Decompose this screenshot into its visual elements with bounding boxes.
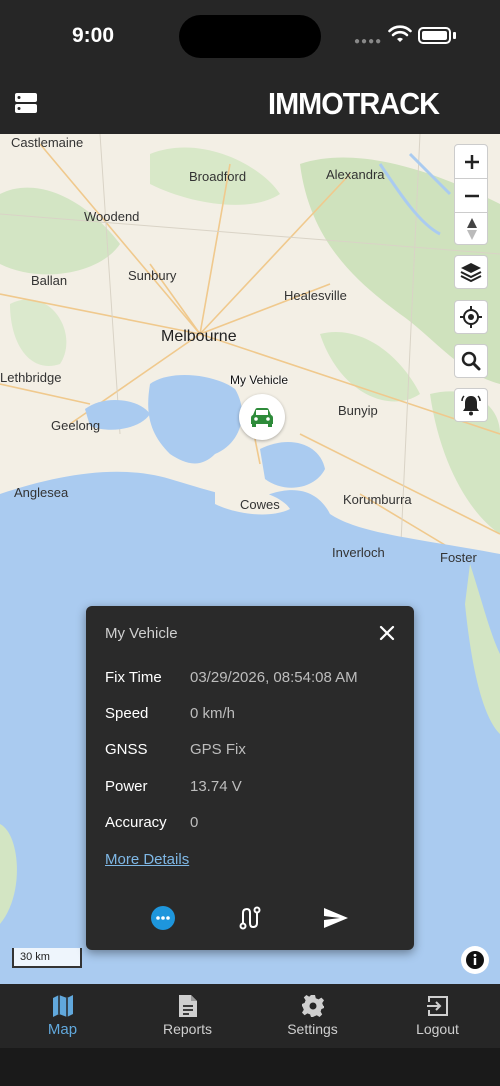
logout-icon (426, 996, 448, 1016)
layers-button[interactable] (454, 255, 488, 289)
nav-label-logout: Logout (416, 1021, 459, 1037)
vehicle-marker[interactable] (239, 394, 285, 440)
row-value: GPS Fix (190, 741, 246, 758)
place-bunyip: Bunyip (338, 403, 378, 418)
server-list-icon[interactable] (14, 92, 38, 114)
layers-icon (460, 263, 482, 283)
place-geelong: Geelong (51, 418, 101, 433)
close-icon[interactable] (378, 624, 396, 642)
status-time: 9:00 (72, 24, 115, 47)
attribution-button[interactable] (461, 946, 489, 974)
zoom-in-icon[interactable] (463, 153, 481, 171)
nav-label-reports: Reports (162, 1021, 213, 1037)
row-value: 03/29/2026, 08:54:08 AM (190, 669, 358, 686)
row-label: Fix Time (105, 669, 162, 686)
status-bar: 9:00 ●●●● (0, 0, 500, 70)
nav-label-settings: Settings (287, 1021, 338, 1037)
alarm-button[interactable] (454, 388, 488, 422)
row-label: GNSS (105, 741, 148, 758)
bottom-navigation: Map Reports Settings Logout (0, 984, 500, 1048)
locate-button[interactable] (454, 300, 488, 334)
place-woodend: Woodend (84, 209, 140, 224)
scale-label: 30 km (20, 951, 50, 963)
nav-item-reports[interactable]: Reports (125, 984, 250, 1048)
place-melbourne: Melbourne (161, 328, 237, 345)
nav-item-logout[interactable]: Logout (375, 984, 500, 1048)
send-icon (324, 908, 348, 928)
compass-icon[interactable] (465, 217, 479, 241)
search-button[interactable] (454, 344, 488, 378)
bell-icon (461, 395, 481, 416)
place-ballan: Ballan (31, 273, 68, 288)
app-header: IMMOTRACK (0, 70, 500, 134)
nav-item-settings[interactable]: Settings (250, 984, 375, 1048)
zoom-control (454, 144, 488, 245)
row-label: Accuracy (105, 814, 167, 831)
place-inverloch: Inverloch (332, 545, 385, 560)
map-scale: 30 km (12, 948, 82, 968)
row-label: Speed (105, 705, 149, 722)
row-value: 0 (190, 814, 199, 831)
route-icon (239, 906, 261, 930)
device-popup: My Vehicle Fix Time 03/29/2026, 08:54:08… (86, 606, 414, 950)
wifi-icon (388, 25, 412, 42)
more-details-link[interactable]: More Details (105, 851, 189, 868)
nav-item-map[interactable]: Map (0, 984, 125, 1048)
search-icon (461, 351, 481, 371)
place-alexandra: Alexandra (326, 167, 385, 182)
place-broadford: Broadford (189, 169, 247, 184)
map-icon (52, 995, 73, 1017)
route-button[interactable] (234, 902, 266, 934)
camera-notch (179, 15, 321, 58)
gear-icon (301, 995, 324, 1017)
row-label: Power (105, 778, 148, 795)
place-healesville: Healesville (284, 288, 347, 303)
report-icon (178, 995, 197, 1017)
more-horizontal-icon (151, 906, 175, 930)
row-value: 0 km/h (190, 705, 236, 722)
place-sunbury: Sunbury (128, 268, 177, 283)
popup-title: My Vehicle (105, 625, 178, 642)
car-icon (251, 408, 273, 427)
place-anglesea: Anglesea (14, 485, 69, 500)
zoom-out-icon[interactable] (463, 187, 481, 205)
place-foster: Foster (440, 550, 477, 565)
home-indicator-area (0, 1048, 500, 1086)
logo-text: IMMOTRACK (268, 86, 440, 121)
app-logo: IMMOTRACK (268, 86, 452, 122)
send-command-button[interactable] (320, 902, 352, 934)
nav-label-map: Map (47, 1021, 78, 1038)
place-korumburra: Korumburra (343, 492, 412, 507)
info-icon (466, 951, 484, 969)
row-value: 13.74 V (190, 778, 242, 795)
place-cowes: Cowes (240, 497, 280, 512)
more-actions-button[interactable] (147, 902, 179, 934)
cellular-signal-icon: ●●●● (354, 36, 383, 47)
battery-tip (453, 32, 456, 39)
place-lethbridge: Lethbridge (0, 370, 62, 385)
vehicle-map-label: My Vehicle (230, 373, 289, 387)
battery-icon (418, 27, 451, 44)
place-castlemaine: Castlemaine (11, 135, 84, 150)
locate-icon (460, 306, 482, 328)
